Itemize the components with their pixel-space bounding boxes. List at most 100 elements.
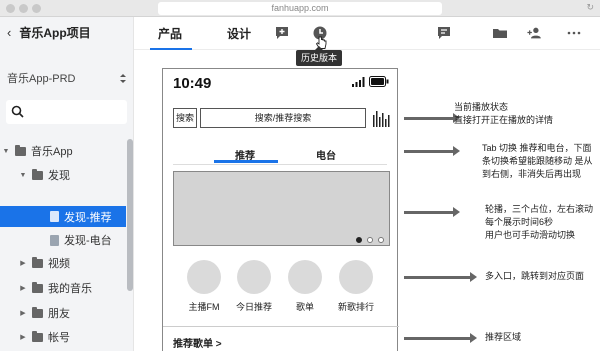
project-header: ‹ 音乐App项目 xyxy=(0,17,134,47)
note-line: 直接打开正在播放的详情 xyxy=(454,115,554,125)
sidebar: ‹ 音乐App项目 音乐App-PRD ▼ 音乐App ▼ 发现 发现-推荐 发… xyxy=(0,17,134,351)
history-tooltip: 历史版本 xyxy=(296,46,342,66)
address-bar[interactable]: fanhuapp.com xyxy=(158,2,442,15)
annotation-note-tabs: Tab 切换 推荐和电台，下面 条切换希望能跟随移动 是从 到右侧，非消失后再出… xyxy=(482,142,593,181)
phone-tab-indicator xyxy=(214,160,278,163)
annotation-arrow xyxy=(404,113,460,123)
entry-fm-icon[interactable] xyxy=(187,260,221,294)
tree-item-label: 发现 xyxy=(48,170,70,182)
note-line: 每个展示时间6秒 xyxy=(485,217,554,227)
note-line: Tab 切换 推荐和电台，下面 xyxy=(482,143,592,153)
annotation-note-carousel: 轮播，三个占位，左右滚动 每个展示时间6秒 用户也可手动滑动切换 xyxy=(485,203,593,242)
entry-label: 今日推荐 xyxy=(235,302,272,312)
folder-icon xyxy=(32,168,43,180)
tree-item-music-app[interactable]: ▼ 音乐App xyxy=(0,141,126,161)
annotation-arrow xyxy=(404,146,460,156)
caret-down-icon[interactable]: ▼ xyxy=(19,172,27,179)
phone-mockup: 10:49 搜索 搜索/推荐搜索 推荐 电台 主播FM 今日推荐 歌单 新歌排行… xyxy=(162,68,399,351)
entry-label: 新歌排行 xyxy=(337,302,374,312)
tree-item-label: 发现-推荐 xyxy=(64,211,112,224)
tree-item-label: 朋友 xyxy=(48,308,70,320)
tree-item-discover-radio[interactable]: 发现-电台 xyxy=(0,230,126,250)
status-bar-time: 10:49 xyxy=(173,75,212,92)
entry-playlist-icon[interactable] xyxy=(288,260,322,294)
tree-item-label: 帐号 xyxy=(48,332,70,344)
note-line: 推荐区域 xyxy=(485,332,522,342)
sidebar-search-input[interactable] xyxy=(6,100,127,124)
note-line: 多入口，跳转到对应页面 xyxy=(485,271,585,281)
tree-item-label: 视频 xyxy=(48,258,70,270)
more-options-icon[interactable] xyxy=(566,25,582,41)
page-icon xyxy=(50,211,59,222)
caret-right-icon[interactable]: ▶ xyxy=(19,309,27,317)
active-tab-indicator xyxy=(150,48,192,50)
tree-item-friends[interactable]: ▶ 朋友 xyxy=(0,303,126,323)
caret-right-icon[interactable]: ▶ xyxy=(19,333,27,341)
browser-titlebar: fanhuapp.com ↻ xyxy=(0,0,600,17)
annotation-note-recommend: 推荐区域 xyxy=(485,331,521,344)
annotation-note-entries: 多入口，跳转到对应页面 xyxy=(485,270,584,283)
add-user-icon[interactable] xyxy=(527,25,543,41)
tree-item-discover[interactable]: ▼ 发现 xyxy=(0,165,126,185)
page-icon xyxy=(50,234,59,246)
caret-down-icon[interactable]: ▼ xyxy=(2,148,10,155)
tree-item-label: 我的音乐 xyxy=(48,283,92,295)
tree-item-discover-recommend[interactable]: 发现-推荐 xyxy=(0,206,126,227)
battery-icon xyxy=(369,76,389,87)
tab-product[interactable]: 产品 xyxy=(158,25,182,42)
folder-icon xyxy=(32,281,43,293)
carousel-banner[interactable] xyxy=(173,171,390,246)
tree-item-label: 发现-电台 xyxy=(64,235,112,247)
sort-updown-icon xyxy=(120,73,126,83)
tab-design[interactable]: 设计 xyxy=(227,25,251,42)
annotation-arrow xyxy=(404,272,477,282)
caret-right-icon[interactable]: ▶ xyxy=(19,259,27,267)
annotation-arrow xyxy=(404,207,460,217)
prd-label: 音乐App-PRD xyxy=(7,73,76,85)
tree-item-my-music[interactable]: ▶ 我的音乐 xyxy=(0,278,126,298)
window-zoom-button[interactable] xyxy=(32,4,41,13)
phone-tab-radio[interactable]: 电台 xyxy=(316,147,336,162)
search-icon xyxy=(11,105,24,118)
sidebar-scrollbar[interactable] xyxy=(127,139,133,291)
project-title: 音乐App项目 xyxy=(19,25,91,40)
entry-daily-icon[interactable] xyxy=(237,260,271,294)
caret-right-icon[interactable]: ▶ xyxy=(19,284,27,292)
top-toolbar: 产品 设计 xyxy=(134,17,600,50)
prd-selector[interactable]: 音乐App-PRD xyxy=(7,70,127,86)
annotation-note-playing: 当前播放状态 直接打开正在播放的详情 xyxy=(454,101,553,127)
window-minimize-button[interactable] xyxy=(19,4,28,13)
entry-label: 歌单 xyxy=(295,302,314,312)
folder-icon xyxy=(15,144,26,156)
folder-icon[interactable] xyxy=(492,25,508,41)
entry-label: 主播FM xyxy=(188,302,220,312)
window-close-button[interactable] xyxy=(6,4,15,13)
phone-search-input[interactable]: 搜索/推荐搜索 xyxy=(200,108,366,128)
divider xyxy=(163,326,399,327)
entry-chart-icon[interactable] xyxy=(339,260,373,294)
folder-icon xyxy=(32,330,43,342)
phone-search-button[interactable]: 搜索 xyxy=(173,108,197,128)
note-line: 当前播放状态 xyxy=(454,102,509,112)
carousel-dot[interactable] xyxy=(378,237,384,243)
recommend-playlist-header[interactable]: 推荐歌单 > xyxy=(173,335,222,350)
note-line: 用户也可手动滑动切换 xyxy=(485,230,576,240)
back-arrow-icon[interactable]: ‹ xyxy=(7,25,11,40)
note-line: 到右侧，非消失后再出现 xyxy=(482,169,582,179)
tree-item-video[interactable]: ▶ 视频 xyxy=(0,253,126,273)
divider xyxy=(173,164,387,165)
folder-icon xyxy=(32,256,43,268)
tree-item-label: 音乐App xyxy=(31,146,73,158)
now-playing-icon[interactable] xyxy=(373,109,390,127)
note-line: 条切换希望能跟随移动 是从 xyxy=(482,156,593,166)
note-line: 轮播，三个占位，左右滚动 xyxy=(485,204,594,214)
folder-icon xyxy=(32,306,43,318)
comment-icon[interactable] xyxy=(436,25,452,41)
reload-icon[interactable]: ↻ xyxy=(586,2,594,13)
carousel-dot[interactable] xyxy=(356,237,362,243)
annotation-arrow xyxy=(404,333,477,343)
tree-item-account[interactable]: ▶ 帐号 xyxy=(0,327,126,347)
add-comment-icon[interactable] xyxy=(274,25,290,41)
carousel-dot[interactable] xyxy=(367,237,373,243)
signal-icon xyxy=(352,77,365,87)
